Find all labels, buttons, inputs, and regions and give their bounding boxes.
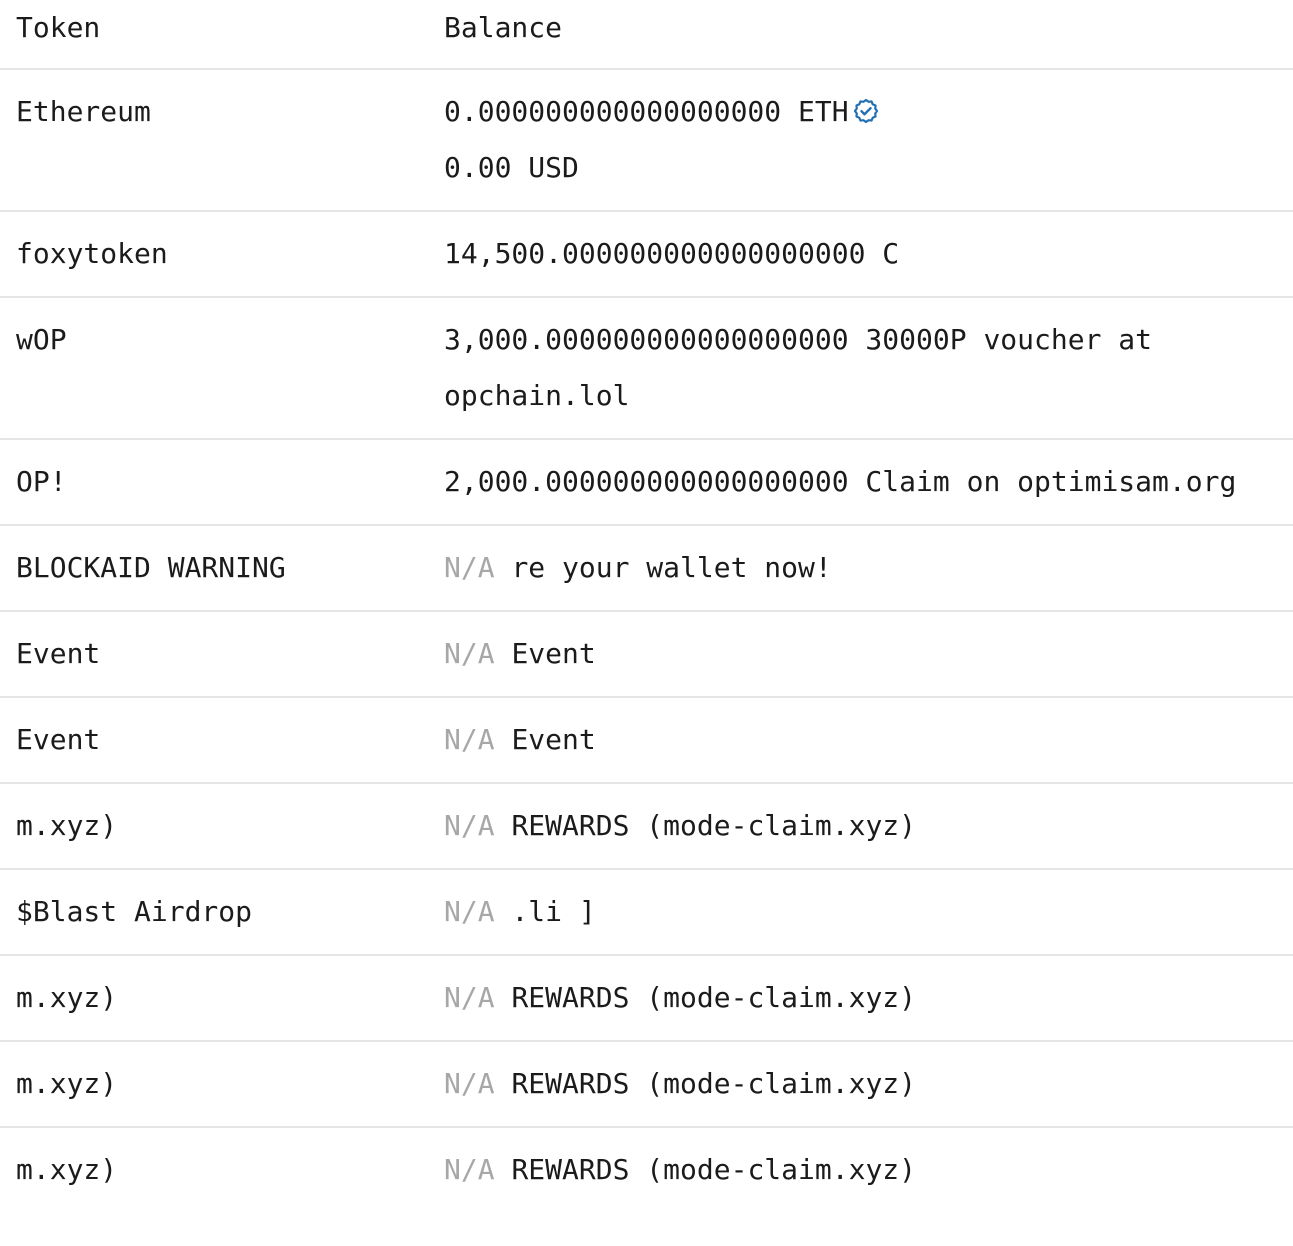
balance-text: re your wallet now!	[511, 551, 832, 584]
balance-text: REWARDS (mode-claim.xyz)	[511, 1067, 917, 1100]
balance-na: N/A	[444, 981, 495, 1014]
balance-cell: N/A REWARDS (mode-claim.xyz)	[428, 1041, 1293, 1128]
balance-na: N/A	[444, 895, 495, 928]
balance-text: Event	[511, 723, 596, 756]
balance-amount: 2,000.000000000000000000 Claim on optimi…	[428, 439, 1293, 526]
table-row: m.xyz) N/A REWARDS (mode-claim.xyz)	[0, 955, 1293, 1042]
table-row: $Blast Airdrop N/A .li ]	[0, 869, 1293, 956]
table-row: m.xyz) N/A REWARDS (mode-claim.xyz)	[0, 783, 1293, 870]
balance-na: N/A	[444, 551, 495, 584]
table-row: foxytoken 14,500.000000000000000000 C	[0, 211, 1293, 298]
table-row: m.xyz) N/A REWARDS (mode-claim.xyz)	[0, 1041, 1293, 1128]
verified-badge-icon	[853, 87, 879, 124]
balance-text: Event	[511, 637, 596, 670]
token-name: Event	[0, 611, 428, 698]
balance-text: REWARDS (mode-claim.xyz)	[511, 1153, 917, 1186]
token-name: $Blast Airdrop	[0, 869, 428, 956]
balance-na: N/A	[444, 637, 495, 670]
token-name: m.xyz)	[0, 955, 428, 1042]
token-name: foxytoken	[0, 211, 428, 298]
table-header-row: Token Balance	[0, 0, 1293, 70]
balance-na: N/A	[444, 1067, 495, 1100]
balance-usd: 0.00 USD	[444, 151, 579, 184]
token-name: m.xyz)	[0, 783, 428, 870]
table-row: OP! 2,000.000000000000000000 Claim on op…	[0, 439, 1293, 526]
balance-na: N/A	[444, 1153, 495, 1186]
token-name: m.xyz)	[16, 1153, 118, 1186]
balance-na: N/A	[444, 809, 495, 842]
table-row: wOP 3,000.000000000000000000 30000P vouc…	[0, 297, 1293, 440]
token-name: Event	[0, 697, 428, 784]
balance-cell: N/A REWARDS (mode-claim.xyz)	[428, 955, 1293, 1042]
balance-text: REWARDS (mode-claim.xyz)	[511, 981, 917, 1014]
balance-text: REWARDS (mode-claim.xyz)	[511, 809, 917, 842]
balance-cell: N/A Event	[428, 697, 1293, 784]
balance-cell: N/A re your wallet now!	[428, 525, 1293, 612]
balance-text: .li ]	[511, 895, 596, 928]
balance-cell: N/A REWARDS (mode-claim.xyz)	[428, 783, 1293, 870]
table-row: BLOCKAID WARNING N/A re your wallet now!	[0, 525, 1293, 612]
token-name: BLOCKAID WARNING	[0, 525, 428, 612]
balance-na: N/A	[444, 723, 495, 756]
balance-cell: 0.000000000000000000 ETH 0.00 USD	[428, 69, 1293, 212]
table-row: Event N/A Event	[0, 697, 1293, 784]
table-row: Event N/A Event	[0, 611, 1293, 698]
token-name: wOP	[0, 297, 428, 440]
balance-cell: N/A Event	[428, 611, 1293, 698]
token-name: m.xyz)	[0, 1041, 428, 1128]
table-row: m.xyz) N/A REWARDS (mode-claim.xyz)	[0, 1127, 1293, 1212]
token-name: Ethereum	[0, 69, 428, 212]
column-header-balance: Balance	[428, 0, 1293, 70]
balance-cell: N/A REWARDS (mode-claim.xyz)	[428, 1127, 1293, 1212]
table-row: Ethereum 0.000000000000000000 ETH 0.00 U…	[0, 69, 1293, 212]
balance-amount: 3,000.000000000000000000 30000P voucher …	[428, 297, 1293, 440]
balance-cell: N/A .li ]	[428, 869, 1293, 956]
token-name: OP!	[0, 439, 428, 526]
column-header-token: Token	[0, 0, 428, 70]
token-balance-table: Token Balance Ethereum 0.000000000000000…	[0, 0, 1293, 1212]
balance-amount: 0.000000000000000000 ETH	[444, 95, 849, 128]
balance-amount: 14,500.000000000000000000 C	[428, 211, 1293, 298]
